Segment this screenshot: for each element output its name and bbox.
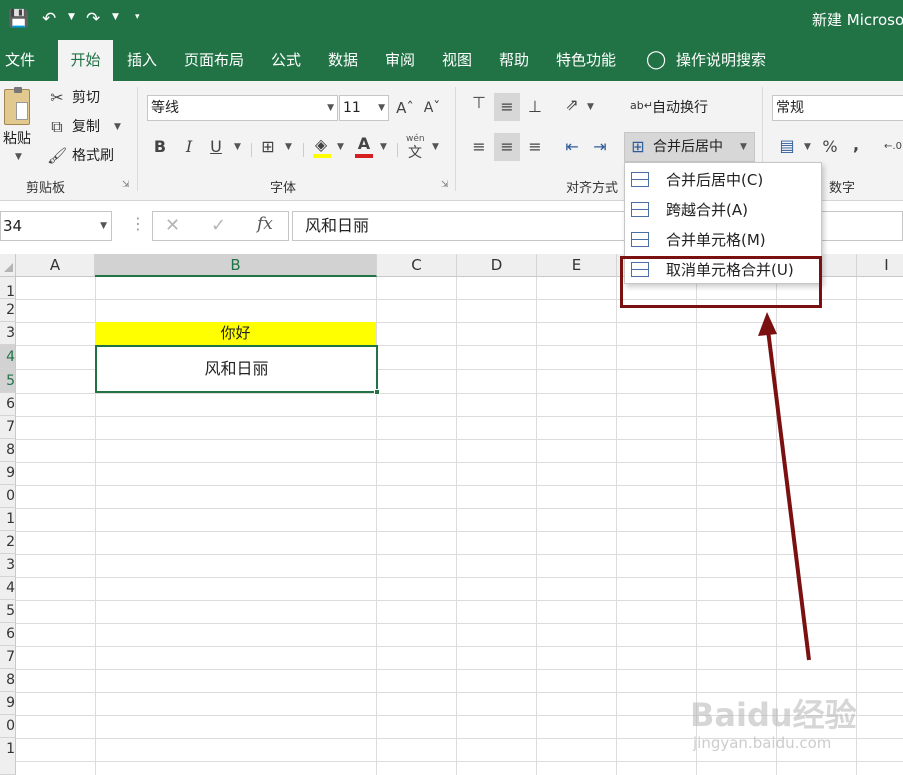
annotation-arrow (758, 312, 811, 661)
baidu-watermark-url: jingyan.baidu.com (693, 734, 832, 752)
baidu-watermark: Baidu经验 (690, 696, 857, 734)
